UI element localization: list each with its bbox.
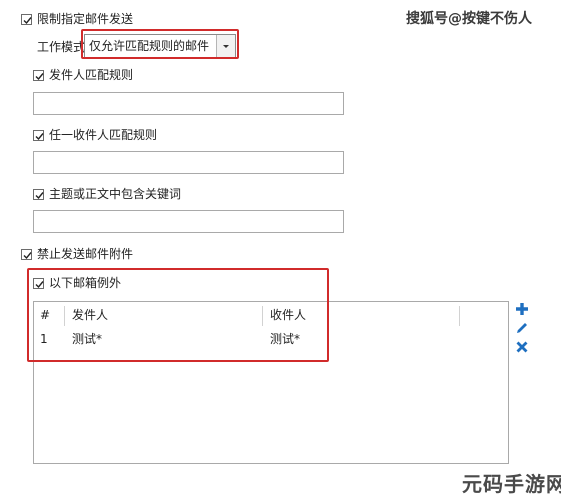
work-mode-label: 工作模式	[37, 40, 86, 54]
column-divider[interactable]	[459, 306, 460, 326]
work-mode-highlight	[81, 29, 239, 59]
recipient-rule-checkbox[interactable]	[33, 130, 44, 141]
keyword-rule-checkbox[interactable]	[33, 189, 44, 200]
sender-rule-checkbox[interactable]	[33, 70, 44, 81]
plus-icon	[516, 303, 528, 315]
watermark-top: 搜狐号@按键不伤人	[406, 11, 532, 27]
edit-button[interactable]	[514, 320, 530, 336]
restrict-sending-checkbox[interactable]	[21, 14, 32, 25]
keyword-rule-label: 主题或正文中包含关键词	[49, 187, 182, 201]
recipient-rule-label: 任一收件人匹配规则	[49, 128, 158, 142]
watermark-bottom: 元码手游网	[462, 472, 561, 496]
exceptions-highlight	[27, 268, 329, 362]
block-attachments-checkbox[interactable]	[21, 249, 32, 260]
x-icon	[516, 341, 528, 353]
keyword-rule-input[interactable]	[33, 210, 344, 233]
recipient-rule-input[interactable]	[33, 151, 344, 174]
block-attachments-label: 禁止发送邮件附件	[37, 247, 134, 261]
add-button[interactable]	[514, 301, 530, 317]
restrict-sending-label: 限制指定邮件发送	[37, 12, 134, 26]
delete-button[interactable]	[514, 339, 530, 355]
sender-rule-label: 发件人匹配规则	[49, 68, 134, 82]
pencil-icon	[517, 323, 527, 333]
sender-rule-input[interactable]	[33, 92, 344, 115]
